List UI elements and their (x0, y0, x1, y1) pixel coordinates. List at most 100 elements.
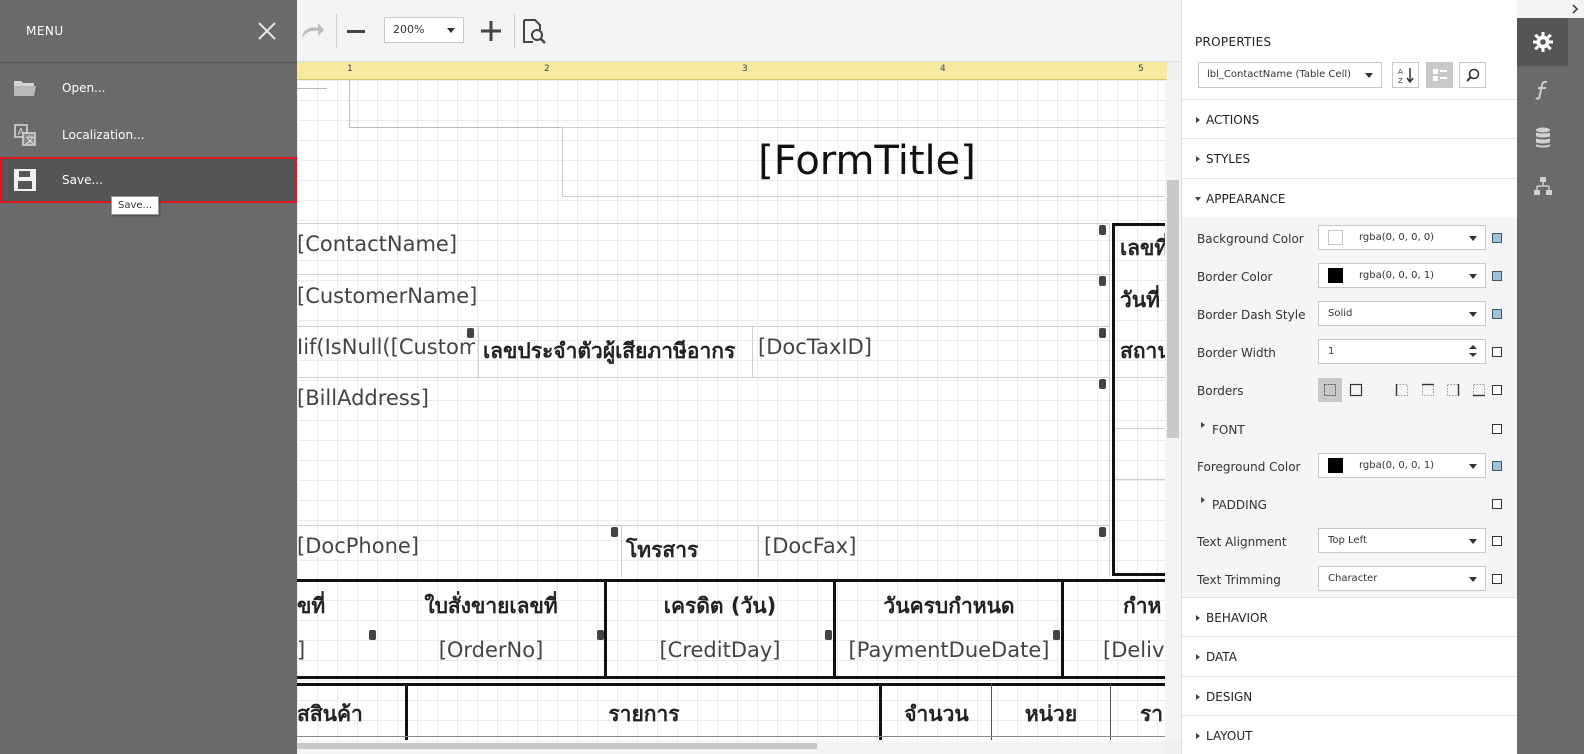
foreground-color-editor[interactable]: rgba(0, 0, 0, 1) (1318, 453, 1486, 478)
doc-phone-cell[interactable]: [DocPhone] (297, 534, 419, 558)
border-all-button[interactable] (1318, 378, 1342, 402)
section-design[interactable]: DESIGN (1182, 676, 1518, 716)
border-color-editor[interactable]: rgba(0, 0, 0, 1) (1318, 263, 1486, 288)
item-header-quantity[interactable]: จำนวน (882, 698, 991, 731)
property-marker[interactable] (1492, 347, 1502, 357)
section-appearance[interactable]: APPEARANCE (1182, 178, 1518, 218)
cell-border (752, 326, 753, 377)
close-menu-button[interactable] (254, 18, 280, 44)
prop-value: Solid (1328, 308, 1353, 319)
order-value-1[interactable]: ] (297, 638, 327, 662)
property-marker[interactable] (1492, 461, 1502, 471)
property-marker[interactable] (1492, 499, 1502, 509)
report-canvas[interactable]: [FormTitle] [ContactName] [CustomerName]… (297, 80, 1165, 740)
credit-day-cell[interactable]: [CreditDay] (607, 638, 833, 662)
section-layout[interactable]: LAYOUT (1182, 715, 1518, 754)
ruler-mark: 5 (1138, 64, 1144, 74)
tab-properties[interactable] (1517, 18, 1568, 66)
preview-button[interactable] (520, 17, 548, 45)
item-header-price[interactable]: รา (1140, 698, 1165, 731)
branch-label[interactable]: สถาน (1120, 335, 1165, 368)
scroll-thumb[interactable] (297, 743, 817, 749)
categorized-button[interactable] (1426, 62, 1453, 88)
border-top-button[interactable] (1416, 378, 1440, 402)
section-styles[interactable]: STYLES (1182, 138, 1518, 178)
horizontal-scrollbar[interactable] (297, 740, 1165, 754)
categorized-icon (1432, 69, 1447, 81)
item-header-unit[interactable]: หน่วย (992, 698, 1110, 731)
border-width-input[interactable]: 1 (1318, 339, 1486, 364)
border-dash-style-select[interactable]: Solid (1318, 301, 1486, 326)
chevron-down-icon (1469, 274, 1477, 279)
tab-report-explorer[interactable] (1517, 162, 1568, 210)
control-selector[interactable]: lbl_ContactName (Table Cell) (1198, 62, 1382, 88)
zoom-select[interactable]: 200% (384, 17, 464, 43)
item-table-border (297, 736, 1165, 737)
iif-expression-cell[interactable]: Iif(IsNull([Custom (297, 335, 475, 359)
order-header-3[interactable]: เครดิต (วัน) (607, 590, 833, 623)
text-alignment-select[interactable]: Top Left (1318, 528, 1486, 553)
border-outside-button[interactable] (1344, 378, 1368, 402)
section-behavior[interactable]: BEHAVIOR (1182, 597, 1518, 637)
form-title[interactable]: [FormTitle] (562, 138, 1165, 184)
doc-number-label[interactable]: เลขที่ (1120, 232, 1165, 265)
menu-item-open[interactable]: Open... (0, 65, 297, 111)
order-no-cell[interactable]: [OrderNo] (397, 638, 585, 662)
order-table-border (297, 676, 1165, 679)
tab-field-list[interactable] (1517, 114, 1568, 162)
fax-label[interactable]: โทรสาร (626, 534, 698, 567)
text-trimming-select[interactable]: Character (1318, 566, 1486, 591)
vertical-scrollbar[interactable] (1165, 80, 1181, 740)
item-header-description[interactable]: รายการ (408, 698, 880, 731)
payment-due-date-cell[interactable]: [PaymentDueDate] (836, 638, 1062, 662)
tab-expressions[interactable] (1517, 66, 1568, 114)
order-header-1[interactable]: ขที่ (297, 590, 357, 623)
section-data[interactable]: DATA (1182, 636, 1518, 676)
zoom-out-button[interactable] (342, 17, 370, 45)
doc-fax-cell[interactable]: [DocFax] (764, 534, 856, 558)
row-border (297, 525, 1109, 526)
background-color-editor[interactable]: rgba(0, 0, 0, 0) (1318, 225, 1486, 250)
order-header-2[interactable]: ใบสั่งขายเลขที่ (397, 590, 585, 623)
section-actions[interactable]: ACTIONS (1182, 99, 1518, 139)
prop-padding[interactable]: PADDING (1182, 485, 1518, 523)
search-properties-button[interactable] (1459, 62, 1486, 88)
gear-icon (1532, 32, 1553, 52)
order-header-5[interactable]: กำห (1123, 590, 1165, 623)
redo-button[interactable] (298, 17, 326, 45)
contact-name-cell[interactable]: [ContactName] (297, 232, 457, 256)
border-right-button[interactable] (1441, 378, 1465, 402)
menu-item-localization[interactable]: A文 Localization... (0, 112, 297, 158)
doc-tax-id-cell[interactable]: [DocTaxID] (758, 335, 872, 359)
doc-box-border (1112, 223, 1115, 576)
property-marker[interactable] (1492, 574, 1502, 584)
prop-value: rgba(0, 0, 0, 1) (1359, 270, 1435, 281)
property-marker[interactable] (1492, 424, 1502, 434)
sort-alphabetical-button[interactable]: AZ (1392, 62, 1419, 88)
delivery-cell[interactable]: [Delive (1103, 638, 1165, 662)
scroll-thumb[interactable] (1167, 180, 1179, 438)
item-table-border (297, 683, 1165, 686)
zoom-in-button[interactable] (477, 17, 505, 45)
bill-address-cell[interactable]: [BillAddress] (297, 386, 429, 410)
database-icon (1099, 225, 1106, 235)
row-border (1115, 377, 1165, 378)
collapse-panel-button[interactable] (1517, 0, 1584, 18)
doc-date-label[interactable]: วันที่ (1120, 284, 1160, 317)
tax-id-label[interactable]: เลขประจำตัวผู้เสียภาษีอากร (483, 335, 751, 368)
property-marker[interactable] (1492, 536, 1502, 546)
item-header-code[interactable]: สสินค้า (297, 698, 397, 731)
property-marker[interactable] (1492, 385, 1502, 395)
property-marker[interactable] (1492, 309, 1502, 319)
menu-title: MENU (26, 24, 64, 38)
customer-name-cell[interactable]: [CustomerName] (297, 284, 477, 308)
toolbar-separator (336, 14, 337, 48)
order-header-4[interactable]: วันครบกำหนด (836, 590, 1062, 623)
property-marker[interactable] (1492, 233, 1502, 243)
prop-value: rgba(0, 0, 0, 0) (1359, 232, 1435, 243)
property-marker[interactable] (1492, 271, 1502, 281)
border-bottom-button[interactable] (1467, 378, 1491, 402)
prop-font[interactable]: FONT (1182, 410, 1518, 448)
spinner-icon[interactable] (1469, 343, 1477, 359)
border-left-button[interactable] (1390, 378, 1414, 402)
